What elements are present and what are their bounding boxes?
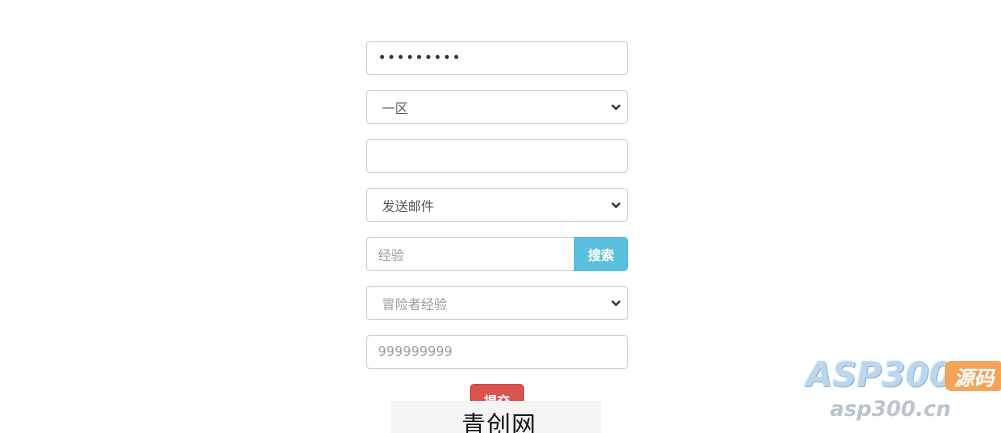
region-select-value: 一区 (382, 101, 409, 117)
admin-form: ••••••••• 一区 发送邮件 经验 搜索 冒险者经验 999999999 (366, 41, 628, 384)
type-select-value: 冒险者经验 (382, 297, 448, 313)
search-input[interactable]: 经验 (366, 237, 574, 271)
search-group: 经验 搜索 (366, 237, 628, 271)
watermark-brand: ASP300 (806, 355, 953, 395)
amount-input-value: 999999999 (378, 344, 453, 360)
watermark-url: asp300.cn (830, 397, 951, 421)
type-select[interactable]: 冒险者经验 (366, 286, 628, 320)
amount-input[interactable]: 999999999 (366, 335, 628, 369)
action-select[interactable]: 发送邮件 (366, 188, 628, 222)
password-input[interactable]: ••••••••• (366, 41, 628, 75)
watermark-logo: ASP300 源码 asp300.cn (806, 355, 1001, 433)
chevron-down-icon (611, 300, 621, 307)
page: ••••••••• 一区 发送邮件 经验 搜索 冒险者经验 999999999 … (0, 0, 1001, 433)
search-button[interactable]: 搜索 (574, 237, 628, 271)
chevron-down-icon (611, 104, 621, 111)
action-select-value: 发送邮件 (382, 199, 435, 215)
region-select[interactable]: 一区 (366, 90, 628, 124)
search-input-value: 经验 (378, 248, 405, 264)
watermark-badge: 源码 (945, 361, 1001, 391)
password-value: ••••••••• (378, 50, 462, 66)
blank-input[interactable] (366, 139, 628, 173)
site-name: 青创网 (461, 411, 537, 433)
chevron-down-icon (611, 202, 621, 209)
